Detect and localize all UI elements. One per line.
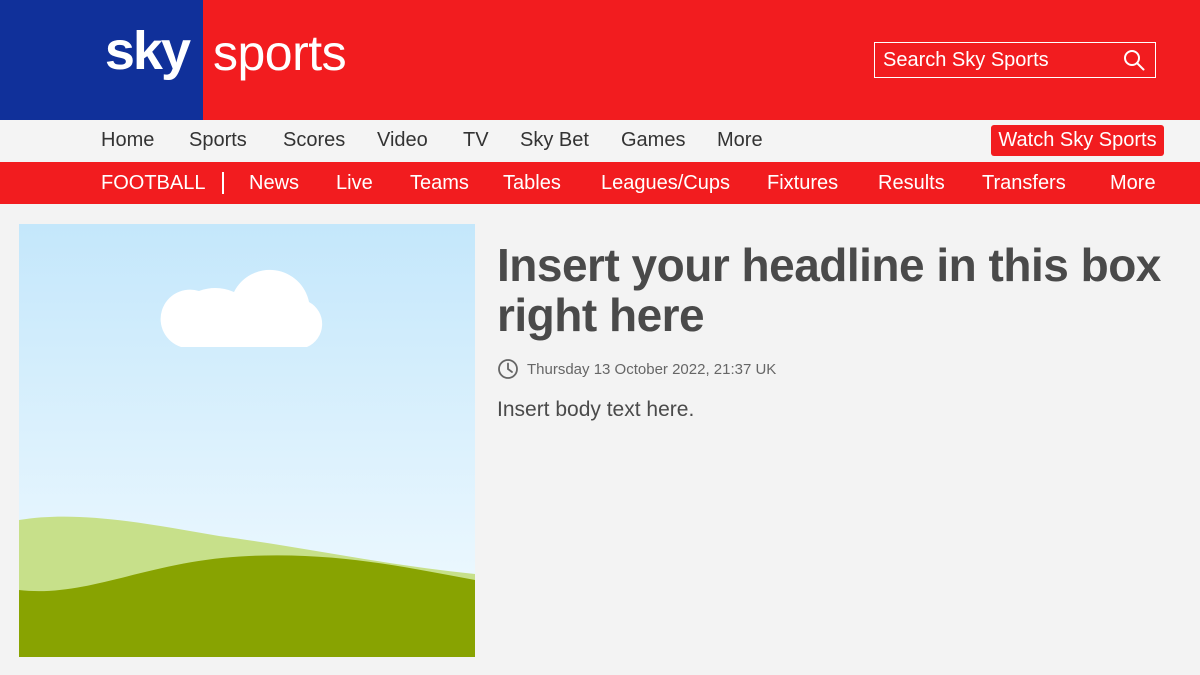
subnav-item-leagues-cups[interactable]: Leagues/Cups <box>601 173 730 193</box>
landscape-placeholder-image <box>19 224 475 657</box>
logo-sports-text[interactable]: sports <box>213 28 347 78</box>
nav-divider <box>222 172 224 194</box>
nav-item-scores[interactable]: Scores <box>283 130 345 150</box>
nav-item-video[interactable]: Video <box>377 130 428 150</box>
watch-sky-sports-button[interactable]: Watch Sky Sports <box>991 125 1164 156</box>
article-headline: Insert your headline in this box right h… <box>497 239 1161 341</box>
logo-sky-text: sky <box>104 21 191 81</box>
article-body: Insert body text here. <box>497 398 695 421</box>
subnav-item-more[interactable]: More <box>1110 173 1156 193</box>
nav-item-sports[interactable]: Sports <box>189 130 247 150</box>
section-label-football[interactable]: FOOTBALL <box>101 173 205 193</box>
nav-item-home[interactable]: Home <box>101 130 154 150</box>
article-timestamp: Thursday 13 October 2022, 21:37 UK <box>527 360 777 378</box>
search-icon[interactable] <box>1123 49 1145 71</box>
subnav-item-results[interactable]: Results <box>878 173 945 193</box>
nav-item-more[interactable]: More <box>717 130 763 150</box>
article-image <box>19 224 475 657</box>
nav-item-sky-bet[interactable]: Sky Bet <box>520 130 589 150</box>
article-meta: Thursday 13 October 2022, 21:37 UK <box>497 358 776 380</box>
secondary-nav: FOOTBALL News Live Teams Tables Leagues/… <box>0 162 1200 204</box>
subnav-item-tables[interactable]: Tables <box>503 173 561 193</box>
nav-item-games[interactable]: Games <box>621 130 685 150</box>
site-header: sky sports <box>0 0 1200 120</box>
search-box[interactable] <box>874 42 1156 78</box>
subnav-item-transfers[interactable]: Transfers <box>982 173 1066 193</box>
subnav-item-teams[interactable]: Teams <box>410 173 469 193</box>
nav-item-tv[interactable]: TV <box>463 130 489 150</box>
subnav-item-live[interactable]: Live <box>336 173 373 193</box>
subnav-item-news[interactable]: News <box>249 173 299 193</box>
subnav-item-fixtures[interactable]: Fixtures <box>767 173 838 193</box>
logo-sky-block[interactable]: sky <box>0 0 203 120</box>
search-input[interactable] <box>883 48 1113 72</box>
clock-icon <box>498 359 518 379</box>
